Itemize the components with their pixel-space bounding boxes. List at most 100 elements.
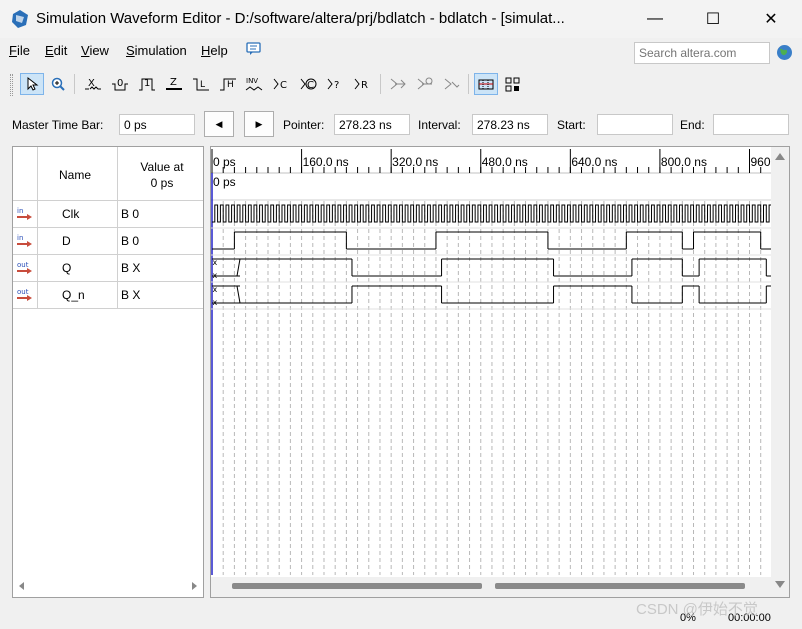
waveform-canvas[interactable]: 0 ps 160.0 ns 320.0 ns 480.0 ns 640.0 ns 800.… [211,147,789,597]
svg-text:1: 1 [144,78,150,89]
input-pin-icon: in [17,207,32,220]
menu-simulation[interactable]: Simulation [126,43,187,58]
minimize-icon: — [647,10,663,27]
weak-low-button[interactable]: L [189,73,213,95]
signal-name: Q [62,261,72,275]
toolbar-grip[interactable] [10,74,13,96]
invert-icon: INV [245,77,263,91]
timeline-tick-label: 480.0 ns [482,155,528,169]
close-button[interactable]: ✕ [742,0,800,38]
forcing-low-button[interactable]: 0 [108,73,132,95]
start-field[interactable] [597,114,673,135]
svg-text:0: 0 [117,78,123,89]
signal-table-header: Name Value at 0 ps [13,147,203,201]
svg-text:C: C [280,80,287,91]
vertical-scrollbar [771,147,789,597]
svg-text:R: R [361,80,368,91]
next-transition-button[interactable]: ▶ [244,111,274,137]
q-n-unknown-mark: x [213,285,218,294]
count-value-button[interactable]: C [270,73,294,95]
scroll-left-arrow-icon [19,582,24,590]
help-chat-icon[interactable] [246,41,262,57]
names-horizontal-scrollbar[interactable] [12,577,204,595]
scroll-thumb-right [495,583,745,589]
master-time-bar-label: Master Time Bar: [12,118,104,132]
svg-text:L: L [200,80,205,90]
signal-row-clk[interactable]: in Clk B 0 [13,201,203,228]
end-field[interactable] [713,114,789,135]
forcing-high-button[interactable]: 1 [135,73,159,95]
menu-view[interactable]: View [81,43,109,58]
search-input[interactable] [634,42,770,64]
menu-edit[interactable]: Edit [45,43,67,58]
name-column-header[interactable]: Name [59,168,91,182]
zoom-tool-icon [51,77,65,91]
signal-row-d[interactable]: in D B 0 [13,228,203,255]
weak-low-icon: L [193,78,209,91]
high-impedance-button[interactable]: Z [162,73,186,95]
grid-button[interactable] [501,73,525,95]
generate-netlist-button[interactable] [440,73,464,95]
quartus-app-icon [12,10,28,28]
arbitrary-value-button[interactable]: ? [324,73,348,95]
selection-tool-icon [27,76,39,91]
start-label: Start: [557,118,586,132]
generate-netlist-icon [444,78,460,90]
random-value-button[interactable]: R [351,73,375,95]
count-value-icon: C [273,78,287,91]
svg-text:?: ? [334,80,339,91]
prev-transition-button[interactable]: ◀ [204,111,234,137]
pointer-field[interactable]: 278.23 ns [334,114,410,135]
clock-value-button[interactable]: C [297,73,321,95]
grid-icon [505,77,520,92]
run-functional-simulation-icon [390,78,406,90]
forcing-unknown-icon: X [85,78,101,90]
scroll-thumb-left [232,583,482,589]
pointer-label: Pointer: [283,118,325,132]
signal-row-q[interactable]: out Q B X [13,255,203,282]
interval-label: Interval: [418,118,461,132]
maximize-icon: ☐ [705,11,721,28]
signal-name: Clk [62,207,80,221]
run-timing-simulation-button[interactable] [413,73,437,95]
snap-to-grid-button[interactable] [474,73,498,95]
output-pin-icon: out [17,261,32,274]
right-arrow-icon: ▶ [255,118,263,129]
invert-button[interactable]: INV [243,73,267,95]
waveform-panel[interactable]: 0 ps 160.0 ns 320.0 ns 480.0 ns 640.0 ns 800.… [210,146,790,598]
svg-text:out: out [17,261,29,269]
q-n-waveform [236,285,771,304]
value-column-header[interactable]: Value at 0 ps [121,159,203,191]
signal-name: Q_n [62,288,85,302]
forcing-unknown-button[interactable]: X [81,73,105,95]
q-n-unknown-mark: x [213,298,218,307]
arbitrary-value-icon: ? [327,78,339,91]
zoom-tool-button[interactable] [46,73,70,95]
watermark: CSDN @伊始不觉 [636,601,758,618]
cursor-time-label: 0 ps [213,175,236,189]
menu-file[interactable]: File [9,43,30,58]
globe-icon[interactable] [776,44,793,61]
run-timing-simulation-icon [417,77,433,90]
master-time-bar-field[interactable]: 0 ps [119,114,195,135]
interval-field[interactable]: 278.23 ns [472,114,548,135]
maximize-button[interactable]: ☐ [684,0,742,38]
svg-text:in: in [17,207,23,215]
q-unknown-mark: x [213,258,218,267]
signal-row-q-n[interactable]: out Q_n B X [13,282,203,309]
timeline-tick-label: 640.0 ns [571,155,617,169]
menu-help[interactable]: Help [201,43,228,58]
minimize-button[interactable]: — [626,0,684,38]
svg-text:INV: INV [246,77,258,85]
signal-names-panel: Name Value at 0 ps in Clk B 0 in D B 0 o… [12,146,204,598]
clk-waveform [212,204,773,223]
clock-value-icon: C [300,78,317,91]
forcing-low-icon: 0 [112,78,128,91]
signal-value: B 0 [121,234,140,248]
high-impedance-icon: Z [166,77,182,90]
weak-high-button[interactable]: H [216,73,240,95]
signal-name: D [62,234,71,248]
svg-text:in: in [17,234,23,242]
run-functional-simulation-button[interactable] [386,73,410,95]
selection-tool-button[interactable] [20,73,44,95]
